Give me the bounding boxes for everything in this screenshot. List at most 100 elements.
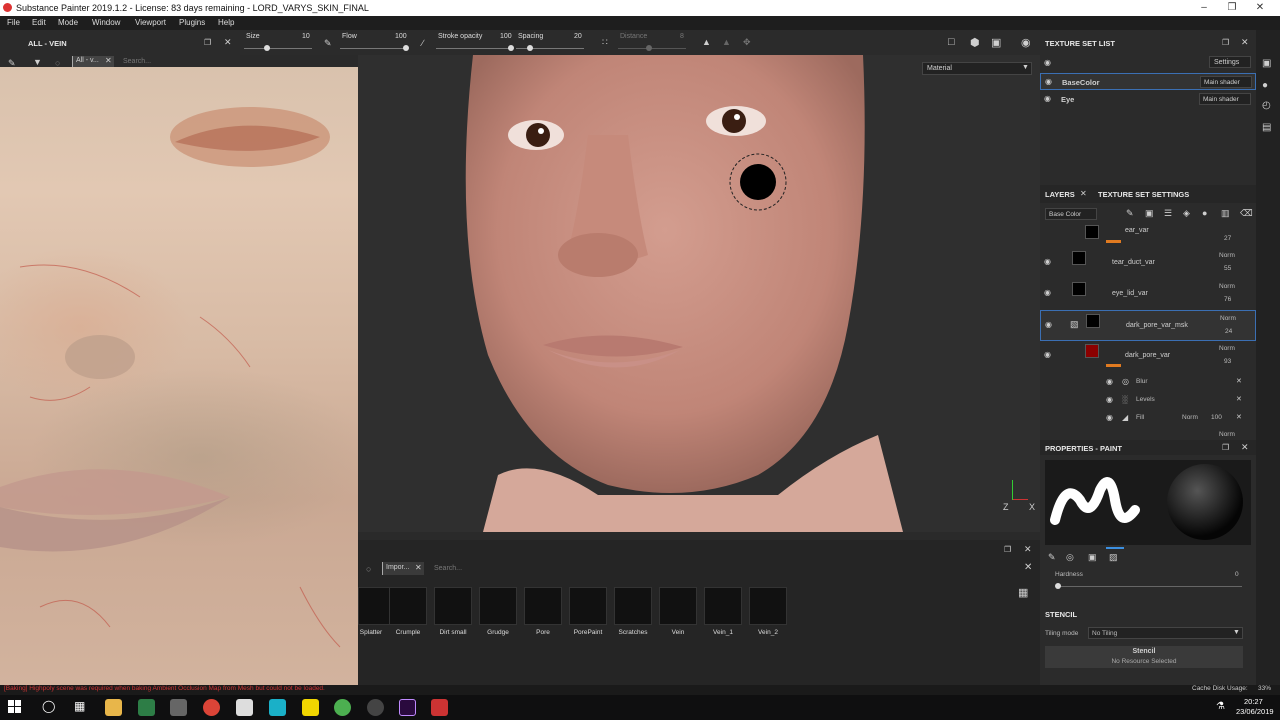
shader-select[interactable]: Main shader (1200, 76, 1252, 88)
shelf-thumb[interactable] (434, 587, 472, 625)
add-filter-icon[interactable]: ● (1202, 208, 1207, 218)
layer-opacity[interactable]: 27 (1224, 235, 1231, 242)
clock-date[interactable]: 23/06/2019 (1236, 707, 1274, 716)
filter-icon[interactable]: ▼ (33, 57, 42, 67)
shelf-thumb[interactable] (659, 587, 697, 625)
stencil-tab-icon[interactable]: ▣ (1088, 552, 1097, 563)
stroke-opacity-slider[interactable] (436, 48, 512, 49)
layer-row[interactable]: ◉ eye_lid_var Norm 76 (1040, 279, 1256, 310)
size-slider-knob[interactable] (264, 45, 270, 51)
clear-search-icon[interactable]: ✕ (1024, 562, 1032, 573)
history-icon[interactable]: ◴ (1262, 100, 1271, 111)
app-icon[interactable] (334, 699, 351, 716)
add-folder-icon[interactable]: ▥ (1221, 208, 1230, 219)
shelf-thumb[interactable] (389, 587, 427, 625)
premiere-icon[interactable] (399, 699, 416, 716)
flow-pen-icon[interactable]: ✎ (324, 38, 332, 49)
camera-video-icon[interactable]: ▣ (991, 36, 1001, 49)
stencil-button[interactable]: Stencil No Resource Selected (1045, 646, 1243, 668)
screenshot-icon[interactable]: ◉ (1021, 36, 1031, 49)
effect-opacity[interactable]: 100 (1211, 414, 1222, 421)
float-icon[interactable]: ❐ (204, 38, 211, 47)
add-effect-icon[interactable]: ◈ (1183, 208, 1190, 219)
close-window-button[interactable]: ✕ (1247, 1, 1273, 15)
uv-2d-view[interactable] (0, 67, 358, 685)
eye-icon[interactable]: ◉ (1044, 350, 1051, 359)
shelf-search-input[interactable]: Search... (434, 565, 462, 572)
remove-tag-icon[interactable]: ✕ (105, 56, 112, 65)
close-icon[interactable]: ✕ (1241, 442, 1249, 453)
notes-icon[interactable] (302, 699, 319, 716)
start-icon[interactable] (8, 700, 21, 713)
float-icon[interactable]: ❐ (1222, 443, 1229, 452)
chrome-icon[interactable] (203, 699, 220, 716)
layer-opacity[interactable]: 24 (1225, 328, 1232, 335)
distance-value[interactable]: 8 (680, 33, 684, 40)
spacing-slider-knob[interactable] (527, 45, 533, 51)
shelf-thumb[interactable] (479, 587, 517, 625)
layer-blend[interactable]: Norm (1220, 315, 1236, 322)
stroke-opacity-value[interactable]: 100 (500, 33, 512, 40)
maya-icon[interactable] (269, 699, 286, 716)
viewport-channel-select[interactable]: Material ▼ (922, 62, 1032, 75)
distance-slider[interactable] (618, 48, 686, 49)
menu-window[interactable]: Window (92, 18, 120, 27)
remove-shelf-tag-icon[interactable]: ✕ (415, 563, 422, 572)
spacing-value[interactable]: 20 (574, 33, 582, 40)
distance-slider-knob[interactable] (646, 45, 652, 51)
paint-layer-icon[interactable]: ✎ (1126, 208, 1134, 219)
network-icon[interactable]: ⚗ (1216, 701, 1225, 712)
flow-slider-knob[interactable] (403, 45, 409, 51)
effect-blend[interactable]: Norm (1182, 414, 1198, 421)
size-value[interactable]: 10 (302, 33, 310, 40)
transform-icon[interactable]: ✥ (743, 37, 751, 48)
tab-texture-set-settings[interactable]: TEXTURE SET SETTINGS (1098, 190, 1189, 199)
close-layers-icon[interactable]: ✕ (1080, 189, 1087, 198)
log-icon[interactable]: ▤ (1262, 122, 1271, 133)
flow-slider[interactable] (340, 48, 408, 49)
filter-tag[interactable]: All - v... ✕ (72, 56, 114, 67)
effect-row[interactable]: ◉ ◢ Fill Norm 100 ✕ (1040, 409, 1256, 427)
layer-row[interactable]: ◉ tear_duct_var Norm 55 (1040, 248, 1256, 279)
eye-icon[interactable]: ◉ (1044, 288, 1051, 297)
circle-filter-icon[interactable]: ○ (366, 564, 371, 574)
shelf-thumb[interactable] (524, 587, 562, 625)
left-search-input[interactable]: Search... (123, 58, 151, 65)
minimize-button[interactable]: – (1191, 1, 1217, 15)
layer-blend[interactable]: Norm (1219, 283, 1235, 290)
shader-select[interactable]: Main shader (1199, 93, 1251, 105)
3d-viewport[interactable]: Material ▼ Z X (358, 55, 1040, 532)
lazy-mouse-icon[interactable]: ∷ (602, 37, 608, 48)
alpha-tab-icon[interactable]: ◎ (1066, 552, 1074, 563)
stroke-opacity-knob[interactable] (508, 45, 514, 51)
clock-time[interactable]: 20:27 (1244, 697, 1263, 706)
brush-tab-icon[interactable]: ✎ (1048, 552, 1056, 563)
substance-painter-icon[interactable] (431, 699, 448, 716)
grid-view-icon[interactable]: ▦ (1018, 586, 1028, 599)
hardness-slider[interactable] (1058, 586, 1242, 587)
eye-icon[interactable]: ◉ (1044, 94, 1051, 103)
tab-layers[interactable]: LAYERS (1045, 190, 1075, 199)
menu-mode[interactable]: Mode (58, 18, 78, 27)
flow-value[interactable]: 100 (395, 33, 407, 40)
close-icon[interactable]: ✕ (1241, 37, 1249, 48)
add-mask-icon[interactable]: ☰ (1164, 208, 1172, 219)
effect-row[interactable]: ◉ ░ Levels ✕ (1040, 391, 1256, 409)
eye-icon[interactable]: ◉ (1106, 377, 1113, 386)
menu-plugins[interactable]: Plugins (179, 18, 205, 27)
shelf-thumb[interactable] (704, 587, 742, 625)
layer-opacity[interactable]: 76 (1224, 296, 1231, 303)
task-view-icon[interactable]: ▦ (74, 699, 85, 713)
shelf-thumb[interactable] (614, 587, 652, 625)
size-slider[interactable] (244, 48, 312, 49)
folder-icon[interactable]: ▧ (1070, 319, 1079, 330)
layer-blend[interactable]: Norm (1219, 345, 1235, 352)
close-shelf-icon[interactable]: ✕ (1024, 544, 1032, 555)
close-icon[interactable]: ✕ (224, 37, 232, 48)
layer-row-selected[interactable]: ◉ ▧ dark_pore_var_msk Norm 24 (1040, 310, 1256, 341)
symmetry-toggle-icon[interactable]: ▲ (722, 37, 731, 47)
layer-opacity[interactable]: 93 (1224, 358, 1231, 365)
file-explorer-icon[interactable] (105, 699, 122, 716)
remove-effect-icon[interactable]: ✕ (1236, 413, 1242, 421)
hardness-value[interactable]: 0 (1235, 571, 1239, 578)
